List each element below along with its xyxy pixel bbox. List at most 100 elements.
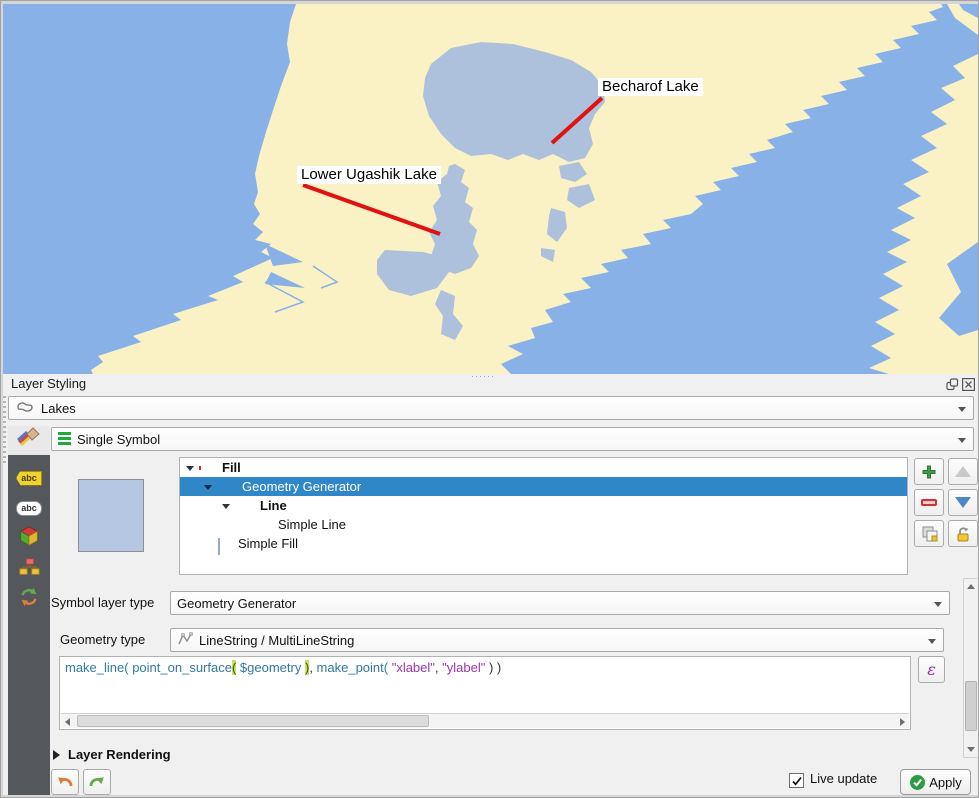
scrollbar-thumb[interactable] bbox=[77, 715, 429, 727]
layer-rendering-label: Layer Rendering bbox=[68, 747, 171, 762]
geometry-type-label: Geometry type bbox=[60, 628, 145, 652]
expression-editor[interactable]: make_line( point_on_surface( $geometry )… bbox=[59, 656, 911, 730]
expression-token: ) ) bbox=[485, 660, 501, 675]
layer-rendering-section[interactable]: Layer Rendering bbox=[53, 747, 171, 762]
tree-row-label: Simple Fill bbox=[238, 534, 298, 553]
map-label-ugashik: Lower Ugashik Lake bbox=[297, 166, 441, 184]
layer-selector-value: Lakes bbox=[41, 401, 76, 416]
scroll-down-icon[interactable] bbox=[967, 747, 975, 752]
linestring-geometry-icon bbox=[177, 632, 193, 649]
sidebar-tab-diagrams[interactable] bbox=[16, 558, 42, 580]
symbol-layer-type-value: Geometry Generator bbox=[177, 596, 296, 611]
redo-button[interactable] bbox=[83, 769, 111, 795]
collapsed-arrow-icon bbox=[53, 750, 60, 760]
plus-icon bbox=[921, 464, 937, 480]
add-symbol-layer-button[interactable] bbox=[914, 458, 944, 485]
expression-token: make_line( bbox=[65, 660, 132, 675]
lock-colors-button[interactable] bbox=[948, 520, 978, 547]
chevron-down-icon bbox=[928, 639, 936, 644]
polygon-layer-icon bbox=[15, 400, 35, 417]
chevron-down-icon bbox=[958, 407, 966, 412]
splitter-handle[interactable]: ······ bbox=[471, 374, 511, 379]
move-down-button[interactable] bbox=[948, 489, 978, 516]
single-symbol-icon bbox=[58, 431, 71, 448]
diagram-icon bbox=[18, 556, 40, 583]
live-update-label: Live update bbox=[810, 771, 877, 786]
apply-label: Apply bbox=[929, 775, 962, 790]
sidebar-tab-callouts[interactable]: abc bbox=[16, 497, 42, 519]
live-update-checkbox[interactable] bbox=[789, 773, 804, 788]
move-up-button[interactable] bbox=[948, 458, 978, 485]
tree-row-simple-fill[interactable]: Simple Fill bbox=[180, 534, 907, 553]
qgis-window: Becharof Lake Lower Ugashik Lake ······ … bbox=[0, 0, 979, 798]
expression-token: $geometry bbox=[240, 660, 301, 675]
expression-token: "ylabel" bbox=[442, 660, 485, 675]
duplicate-icon bbox=[921, 525, 938, 542]
redo-icon bbox=[88, 774, 106, 790]
expression-token: , bbox=[309, 660, 316, 675]
float-panel-icon[interactable] bbox=[946, 378, 959, 391]
open-lock-icon bbox=[955, 526, 971, 542]
symbol-layer-tree: Fill Geometry Generator Line Simple Line… bbox=[179, 457, 908, 575]
tree-row-label: Geometry Generator bbox=[242, 477, 361, 496]
expression-builder-button[interactable]: ε bbox=[918, 656, 945, 683]
sidebar-tab-labels[interactable]: abc bbox=[16, 467, 42, 489]
paintbrush-icon bbox=[16, 426, 42, 455]
scroll-up-icon[interactable] bbox=[967, 584, 975, 589]
check-icon bbox=[791, 775, 803, 787]
expression-code: make_line( point_on_surface( $geometry )… bbox=[65, 660, 501, 676]
vertical-scrollbar[interactable] bbox=[963, 578, 979, 758]
map-label-becharof: Becharof Lake bbox=[598, 78, 703, 96]
sidebar-tab-3d-view[interactable] bbox=[16, 527, 42, 549]
cube-3d-icon bbox=[18, 525, 40, 552]
minus-icon bbox=[921, 499, 937, 506]
map-canvas[interactable]: Becharof Lake Lower Ugashik Lake bbox=[3, 4, 978, 374]
renderer-selector-combo[interactable]: Single Symbol bbox=[51, 427, 974, 451]
layer-selector-combo[interactable]: Lakes bbox=[8, 396, 974, 420]
scrollbar-thumb[interactable] bbox=[965, 681, 977, 731]
symbol-layer-type-combo[interactable]: Geometry Generator bbox=[170, 591, 950, 615]
expression-token: point_on_surface bbox=[132, 660, 232, 675]
expand-arrow-icon[interactable] bbox=[186, 466, 194, 471]
styling-sidebar: abc abc bbox=[8, 455, 50, 795]
close-panel-icon[interactable] bbox=[962, 378, 975, 391]
tree-row-geometry-generator[interactable]: Geometry Generator bbox=[180, 477, 907, 496]
undo-icon bbox=[56, 774, 74, 790]
expression-token: "xlabel" bbox=[392, 660, 435, 675]
panel-title: Layer Styling bbox=[11, 376, 86, 391]
horizontal-scrollbar[interactable] bbox=[61, 713, 909, 728]
tree-row-simple-line[interactable]: Simple Line bbox=[180, 515, 907, 534]
labels-icon: abc bbox=[16, 471, 42, 486]
tree-row-line[interactable]: Line bbox=[180, 496, 907, 515]
layer-styling-panel: ······ Layer Styling Lakes bbox=[3, 374, 978, 795]
geometry-type-combo[interactable]: LineString / MultiLineString bbox=[170, 628, 944, 652]
tree-row-label: Simple Line bbox=[278, 515, 346, 534]
fill-symbol-icon bbox=[218, 537, 220, 556]
scroll-right-icon[interactable] bbox=[900, 718, 905, 726]
renderer-selector-value: Single Symbol bbox=[77, 432, 160, 447]
map-svg bbox=[3, 4, 978, 374]
sidebar-tab-history[interactable] bbox=[16, 588, 42, 610]
duplicate-symbol-layer-button[interactable] bbox=[914, 520, 944, 547]
symbol-preview bbox=[78, 479, 144, 552]
tree-row-fill[interactable]: Fill bbox=[180, 458, 907, 477]
down-arrow-icon bbox=[955, 497, 971, 508]
sidebar-tab-symbology[interactable] bbox=[8, 426, 50, 455]
tree-row-label: Fill bbox=[222, 458, 241, 477]
history-icon bbox=[18, 586, 40, 613]
expression-token: make_point( bbox=[317, 660, 392, 675]
apply-button[interactable]: Apply bbox=[900, 769, 971, 795]
scroll-left-icon[interactable] bbox=[65, 718, 70, 726]
expand-arrow-icon[interactable] bbox=[222, 504, 230, 509]
tree-row-label: Line bbox=[260, 496, 287, 515]
expand-arrow-icon[interactable] bbox=[204, 485, 212, 490]
dock-handle[interactable] bbox=[3, 396, 6, 466]
callouts-icon: abc bbox=[16, 501, 42, 516]
apply-check-icon bbox=[909, 774, 926, 791]
up-arrow-icon bbox=[955, 466, 971, 477]
symbol-layer-type-label: Symbol layer type bbox=[51, 591, 154, 615]
geometry-type-value: LineString / MultiLineString bbox=[199, 633, 354, 648]
chevron-down-icon bbox=[958, 438, 966, 443]
undo-button[interactable] bbox=[51, 769, 79, 795]
remove-symbol-layer-button[interactable] bbox=[914, 489, 944, 516]
